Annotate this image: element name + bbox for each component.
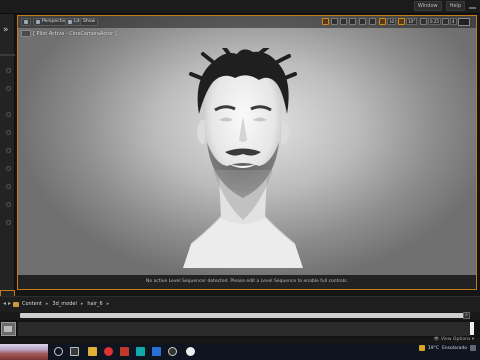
surface-snap-icon[interactable]	[369, 18, 376, 25]
pilot-status-text: [ Pilot Active - CineCameraActor ]	[33, 30, 117, 37]
visibility-icon[interactable]	[6, 112, 11, 117]
scale-snap-value[interactable]: 0.25	[428, 18, 441, 25]
character-bust-render	[183, 48, 303, 268]
weather-description[interactable]: Ensolarado	[442, 346, 467, 351]
show-label: Show	[83, 19, 96, 24]
show-button[interactable]: Show	[80, 18, 99, 26]
visibility-icon[interactable]	[6, 130, 11, 135]
chevron-up-icon[interactable]	[470, 345, 476, 351]
content-browser-path-bar: ◂▸ Content ▸ 3d_model ▸ hair_6 ▸	[0, 296, 480, 312]
app-icon-red[interactable]	[120, 347, 129, 356]
lit-icon	[68, 20, 72, 24]
rotation-snap-value[interactable]: 10°	[406, 18, 418, 25]
viewport-status-bar: No active Level Sequencer detected. Plea…	[18, 275, 476, 289]
file-explorer-icon[interactable]	[88, 347, 97, 356]
visibility-icon[interactable]	[6, 86, 11, 91]
eject-pilot-icon[interactable]	[21, 30, 31, 37]
app-icon-blue[interactable]	[152, 347, 161, 356]
visibility-icon[interactable]	[6, 220, 11, 225]
pilot-indicator: [ Pilot Active - CineCameraActor ]	[21, 29, 117, 38]
menu-window[interactable]: Window	[413, 1, 442, 11]
sequencer-warning: No active Level Sequencer detected. Plea…	[146, 279, 348, 284]
maximize-viewport-icon[interactable]	[458, 18, 470, 26]
translate-icon[interactable]	[331, 18, 338, 25]
folder-icon	[13, 302, 19, 307]
visibility-icon[interactable]	[6, 148, 11, 153]
breadcrumb-3d-model[interactable]: 3d_model	[52, 301, 76, 307]
unreal-engine-icon[interactable]	[186, 347, 195, 356]
weather-icon	[418, 345, 425, 351]
search-icon[interactable]: ⌕	[463, 312, 470, 319]
system-tray: 19°C Ensolarado	[418, 345, 476, 351]
app-icon-dark[interactable]	[168, 347, 177, 356]
asset-thumbnail[interactable]	[1, 322, 16, 336]
history-arrows-icon[interactable]: ◂▸	[3, 300, 13, 307]
viewport-options-button[interactable]	[21, 18, 31, 26]
view-options-button[interactable]: 👁 View Options ▾	[434, 337, 474, 342]
menu-help[interactable]: Help	[445, 1, 465, 11]
view-options-label: View Options	[440, 337, 471, 342]
visibility-icon[interactable]	[6, 166, 11, 171]
task-view-icon[interactable]	[70, 347, 79, 356]
perspective-icon	[36, 20, 40, 24]
scale-snap-icon[interactable]	[420, 18, 427, 25]
panel-divider	[0, 54, 15, 56]
search-assets-input[interactable]	[20, 313, 470, 318]
chevron-right-icon: ▸	[45, 301, 49, 307]
camera-speed-value[interactable]: 4	[450, 18, 457, 25]
visibility-icon[interactable]	[6, 202, 11, 207]
left-panel: »	[0, 14, 15, 298]
breadcrumb-hair-6[interactable]: hair_6	[87, 301, 102, 307]
search-icon[interactable]	[54, 347, 63, 356]
visibility-icon[interactable]	[6, 184, 11, 189]
minimize-icon[interactable]	[469, 7, 476, 9]
asset-list-area	[18, 322, 470, 336]
lit-label: Lit	[74, 19, 80, 24]
app-icon-teal[interactable]	[136, 347, 145, 356]
camera-speed-icon[interactable]	[442, 18, 449, 25]
rotation-snap-icon[interactable]	[398, 18, 405, 25]
breadcrumb-content[interactable]: Content	[22, 301, 42, 307]
breadcrumb: Content ▸ 3d_model ▸ hair_6 ▸	[22, 301, 109, 307]
unreal-editor-window: Window Help » Perspective Lit Show 10 10…	[0, 0, 480, 360]
select-mode-icon[interactable]	[322, 18, 329, 25]
world-local-icon[interactable]	[359, 18, 366, 25]
chrome-icon[interactable]	[104, 347, 113, 356]
grid-snap-icon[interactable]	[379, 18, 386, 25]
chevron-right-icon: ▸	[80, 301, 84, 307]
weather-temperature[interactable]: 19°C	[428, 346, 439, 351]
level-viewport[interactable]: Perspective Lit Show 10 10° 0.25 4 [ Pil…	[17, 15, 477, 290]
start-wallpaper-thumbnail[interactable]	[0, 344, 48, 360]
scale-icon[interactable]	[349, 18, 356, 25]
visibility-icon[interactable]	[6, 68, 11, 73]
rotate-icon[interactable]	[340, 18, 347, 25]
scrollbar-thumb[interactable]	[470, 322, 474, 335]
viewport-toolbar: Perspective Lit Show 10 10° 0.25 4	[18, 16, 476, 28]
chevron-right-icon: ▸	[106, 301, 110, 307]
expand-panel-icon[interactable]: »	[3, 26, 9, 35]
editor-menu-bar: Window Help	[0, 0, 480, 14]
grid-snap-value[interactable]: 10	[387, 18, 397, 25]
